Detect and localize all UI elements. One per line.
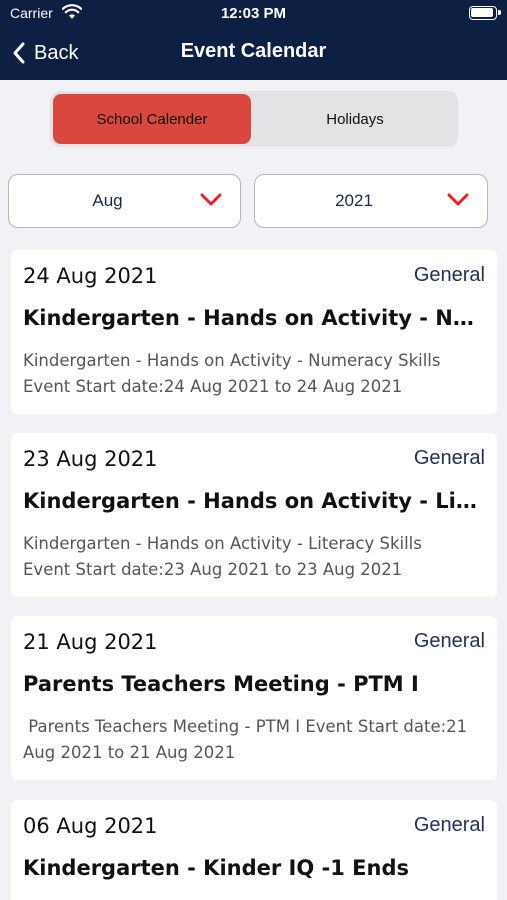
event-date: 24 Aug 2021	[23, 264, 158, 288]
status-bar: Carrier 12:03 PM	[0, 0, 507, 28]
event-date: 21 Aug 2021	[23, 630, 158, 654]
event-description: Parents Teachers Meeting - PTM I Event S…	[23, 717, 468, 762]
event-category: General	[413, 630, 485, 652]
event-category: General	[413, 814, 485, 836]
event-card[interactable]: 21 Aug 2021 General Parents Teachers Mee…	[11, 616, 497, 780]
event-description: Kindergarten - Hands on Activity - Liter…	[23, 534, 422, 579]
event-date: 23 Aug 2021	[23, 447, 158, 471]
event-date: 06 Aug 2021	[23, 814, 158, 838]
month-selected-value: Aug	[92, 191, 123, 210]
tab-holidays[interactable]: Holidays	[255, 94, 455, 144]
battery-icon	[469, 6, 501, 20]
chevron-down-icon	[200, 193, 222, 206]
calendar-segmented-control: School Calender Holidays	[50, 91, 458, 147]
event-card[interactable]: 23 Aug 2021 General Kindergarten - Hands…	[11, 433, 497, 597]
chevron-down-icon	[447, 193, 469, 206]
event-card[interactable]: 24 Aug 2021 General Kindergarten - Hands…	[11, 250, 497, 414]
event-description: Kindergarten - Hands on Activity - Numer…	[23, 351, 441, 396]
year-dropdown[interactable]: 2021	[254, 174, 488, 228]
event-title: Kindergarten - Kinder IQ -1 Ends	[23, 856, 409, 880]
event-title: Parents Teachers Meeting - PTM I	[23, 672, 419, 696]
page-title: Event Calendar	[180, 40, 327, 62]
event-title: Kindergarten - Hands on Activity - Liter…	[23, 489, 485, 513]
navigation-header: Carrier 12:03 PM Back Event Calendar	[0, 0, 507, 80]
status-time: 12:03 PM	[220, 5, 287, 22]
year-selected-value: 2021	[335, 191, 373, 210]
event-category: General	[413, 447, 485, 469]
event-card[interactable]: 06 Aug 2021 General Kindergarten - Kinde…	[11, 800, 497, 900]
month-dropdown[interactable]: Aug	[8, 174, 241, 228]
tab-school-calender[interactable]: School Calender	[53, 94, 251, 144]
event-category: General	[413, 264, 485, 286]
event-title: Kindergarten - Hands on Activity - Nume.…	[23, 306, 485, 330]
